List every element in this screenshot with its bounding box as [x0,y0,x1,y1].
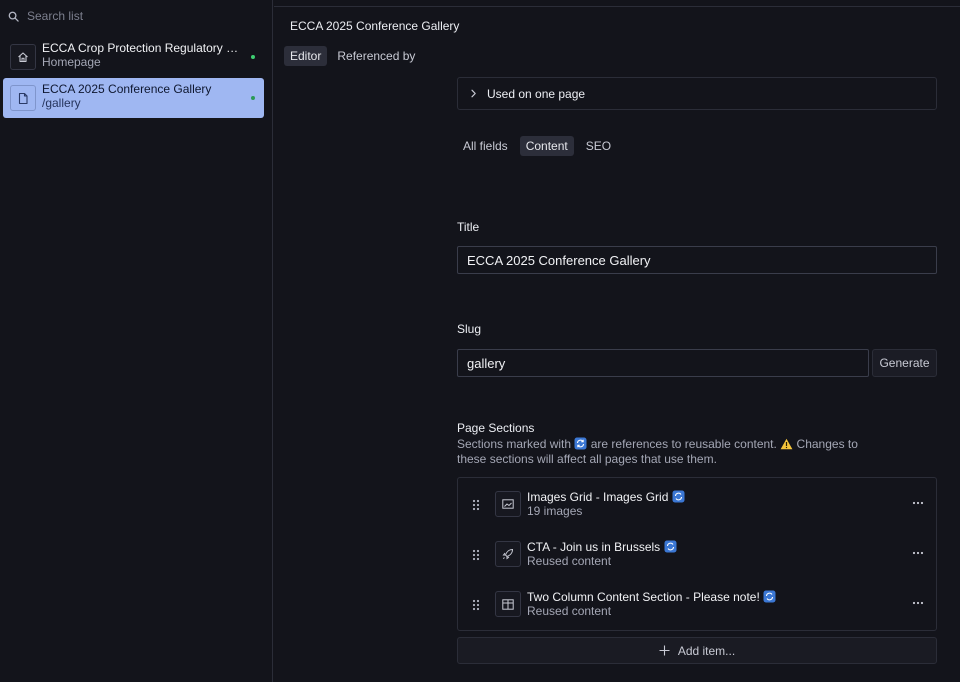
tab-referenced-by[interactable]: Referenced by [331,46,421,66]
page-sections-label: Page Sections [457,421,535,435]
top-divider [274,6,960,7]
section-subtitle: Reused content [527,554,612,568]
desc-text-1: Sections marked with [457,437,572,451]
reference-icon [574,437,587,450]
more-options-icon[interactable] [912,497,924,509]
list-item-gallery[interactable]: ECCA 2025 Conference Gallery /gallery [3,78,264,118]
section-text: Two Column Content Section - Please note… [527,590,776,618]
tab-content[interactable]: Content [519,136,574,156]
references-disclosure[interactable]: Used on one page [457,77,937,110]
tab-seo[interactable]: SEO [580,136,617,156]
reference-icon [763,590,776,603]
section-title: Two Column Content Section - Please note… [527,590,776,604]
section-title-text: Two Column Content Section - Please note… [527,590,760,604]
list-item-thumb [10,44,36,70]
page-sections-description: Sections marked with are references to r… [457,437,877,467]
chevron-right-icon [471,89,476,98]
section-item-images-grid[interactable]: Images Grid - Images Grid 19 images [458,484,936,524]
tab-editor[interactable]: Editor [284,46,328,66]
list-item-thumb [10,85,36,111]
section-subtitle: 19 images [527,504,583,518]
section-title: CTA - Join us in Brussels [527,540,677,554]
list-item-subtitle: Homepage [42,55,101,69]
columns-icon [502,598,514,610]
section-item-two-column[interactable]: Two Column Content Section - Please note… [458,584,936,624]
plus-icon [659,645,670,656]
published-status-dot [251,55,255,59]
references-label: Used on one page [487,86,586,101]
rocket-icon [502,548,514,560]
section-title-text: CTA - Join us in Brussels [527,540,661,554]
list-item-subtitle: /gallery [42,96,81,110]
add-item-button[interactable]: Add item... [457,637,937,664]
desc-text-2: are references to reusable content. [590,437,777,451]
title-field-label: Title [457,220,480,234]
section-title: Images Grid - Images Grid [527,490,685,504]
generate-slug-button[interactable]: Generate [872,349,937,377]
section-subtitle: Reused content [527,604,612,618]
add-item-label: Add item... [677,643,736,658]
list-item-homepage[interactable]: ECCA Crop Protection Regulatory Con... H… [3,37,264,77]
section-thumb [495,591,521,617]
section-thumb [495,541,521,567]
section-thumb [495,491,521,517]
document-icon [18,92,28,104]
title-input[interactable] [457,246,937,274]
more-options-icon[interactable] [912,547,924,559]
document-list-sidebar: ECCA Crop Protection Regulatory Con... H… [0,0,273,682]
drag-handle-icon[interactable] [470,548,482,562]
list-item-text: ECCA 2025 Conference Gallery /gallery [42,82,242,110]
tab-all-fields[interactable]: All fields [457,136,514,156]
home-icon [18,52,28,63]
drag-handle-icon[interactable] [470,598,482,612]
list-item-title: ECCA Crop Protection Regulatory Con... [42,41,242,55]
document-editor: ECCA 2025 Conference Gallery Editor Refe… [274,0,960,682]
reference-icon [672,490,685,503]
section-title-text: Images Grid - Images Grid [527,490,669,504]
reference-icon [664,540,676,553]
slug-field-label: Slug [457,322,482,336]
image-icon [502,499,514,509]
warning-icon [780,438,793,450]
field-group-tabs: All fields Content SEO [457,136,617,156]
search-bar [8,8,258,24]
page-sections-list: Images Grid - Images Grid 19 images CTA … [457,477,937,631]
section-text: Images Grid - Images Grid 19 images [527,490,685,518]
section-item-cta[interactable]: CTA - Join us in Brussels Reused content [458,534,936,574]
list-item-text: ECCA Crop Protection Regulatory Con... H… [42,41,242,69]
drag-handle-icon[interactable] [470,498,482,512]
slug-input[interactable] [457,349,869,377]
list-item-title: ECCA 2025 Conference Gallery [42,82,212,96]
more-options-icon[interactable] [912,597,924,609]
section-text: CTA - Join us in Brussels Reused content [527,540,677,568]
published-status-dot [251,96,255,100]
search-input[interactable] [27,9,247,23]
search-icon [8,11,19,22]
document-title: ECCA 2025 Conference Gallery [290,19,460,33]
editor-tabs: Editor Referenced by [284,46,421,66]
